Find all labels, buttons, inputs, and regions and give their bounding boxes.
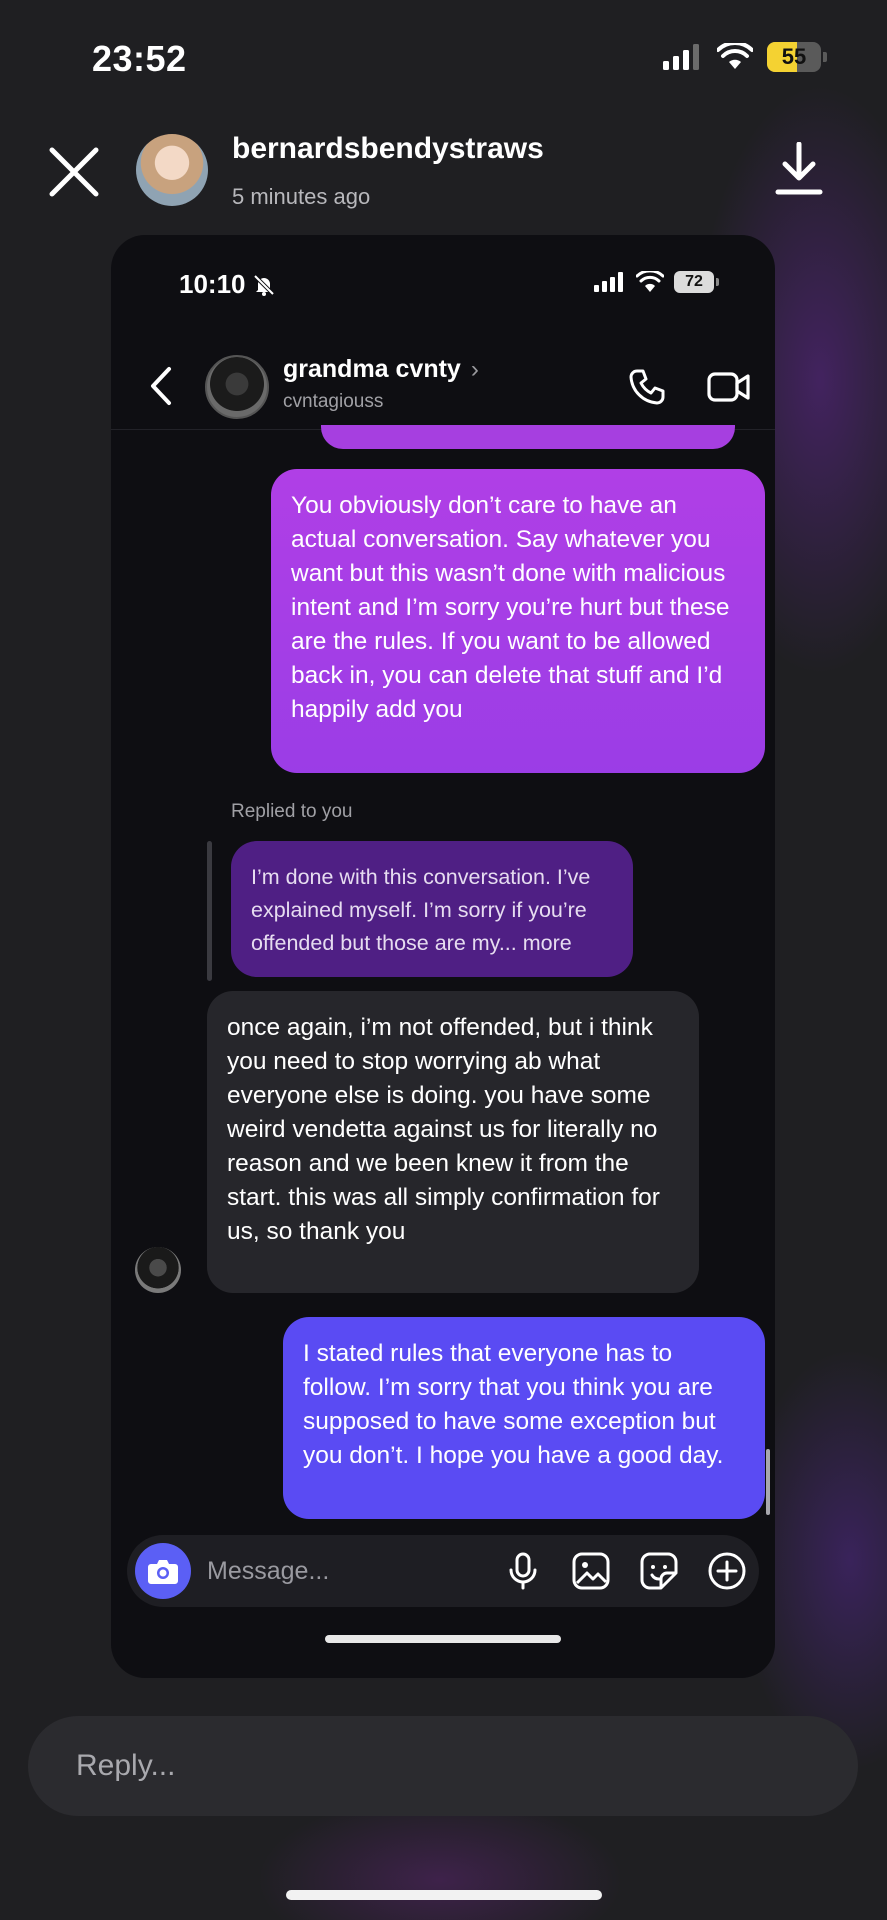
previous-message-bubble[interactable] bbox=[321, 425, 735, 449]
story-author-username[interactable]: bernardsbendystraws bbox=[232, 132, 544, 166]
story-timestamp: 5 minutes ago bbox=[232, 184, 371, 209]
gallery-button[interactable] bbox=[571, 1551, 611, 1591]
screenshot-status-time: 10:10 bbox=[179, 269, 276, 300]
message-input[interactable] bbox=[207, 1553, 457, 1589]
chat-contact-handle: cvntagiouss bbox=[283, 391, 384, 412]
chat-header: grandma cvnty › cvntagiouss bbox=[111, 345, 775, 425]
wifi-icon bbox=[636, 271, 664, 292]
home-indicator[interactable] bbox=[286, 1890, 602, 1900]
image-icon bbox=[572, 1552, 610, 1590]
camera-button[interactable] bbox=[135, 1543, 191, 1599]
story-reply-box bbox=[28, 1716, 858, 1816]
message-composer bbox=[127, 1535, 759, 1607]
screenshot-status-icons: 72 bbox=[594, 271, 719, 293]
chat-contact-name[interactable]: grandma cvnty › bbox=[283, 355, 479, 384]
wifi-icon bbox=[717, 43, 753, 71]
microphone-button[interactable] bbox=[503, 1551, 543, 1591]
screenshot-battery-percentage: 72 bbox=[685, 273, 703, 290]
story-author-avatar[interactable] bbox=[136, 134, 208, 206]
close-icon bbox=[49, 147, 99, 197]
battery-icon: 72 bbox=[674, 271, 719, 293]
back-button[interactable] bbox=[147, 365, 175, 407]
cellular-signal-icon bbox=[663, 44, 703, 70]
screenshot-home-indicator bbox=[325, 1635, 561, 1643]
chat-contact-name-text: grandma cvnty bbox=[283, 355, 461, 383]
replied-to-label: Replied to you bbox=[231, 801, 353, 822]
chat-contact-avatar[interactable] bbox=[205, 355, 269, 419]
battery-icon: 55 bbox=[767, 42, 827, 72]
status-time: 23:52 bbox=[92, 38, 187, 79]
status-icons: 55 bbox=[663, 42, 827, 72]
plus-circle-icon bbox=[708, 1552, 746, 1590]
screenshot-time-text: 10:10 bbox=[179, 269, 246, 299]
story-screenshot-card: 10:10 72 grandma cvnty › cvntagiouss You… bbox=[111, 235, 775, 1678]
download-icon bbox=[775, 142, 823, 195]
chevron-right-icon: › bbox=[470, 355, 479, 383]
video-call-button[interactable] bbox=[707, 367, 751, 407]
sticker-icon bbox=[640, 1552, 678, 1590]
scrollbar[interactable] bbox=[766, 1449, 770, 1515]
sent-message-bubble[interactable]: You obviously don’t care to have an actu… bbox=[271, 469, 765, 773]
voice-call-button[interactable] bbox=[627, 367, 667, 407]
camera-icon bbox=[148, 1560, 178, 1584]
reply-quote-bar bbox=[207, 841, 212, 981]
cellular-signal-icon bbox=[594, 272, 623, 292]
close-button[interactable] bbox=[48, 146, 100, 198]
video-camera-icon bbox=[707, 372, 750, 402]
story-header: bernardsbendystraws 5 minutes ago bbox=[0, 118, 887, 218]
story-reply-input[interactable] bbox=[76, 1746, 776, 1786]
quoted-message-bubble[interactable]: I’m done with this conversation. I’ve ex… bbox=[231, 841, 633, 977]
chevron-left-icon bbox=[151, 367, 171, 405]
download-button[interactable] bbox=[775, 142, 823, 196]
bell-muted-icon bbox=[252, 273, 276, 297]
received-message-bubble[interactable]: once again, i’m not offended, but i thin… bbox=[207, 991, 699, 1293]
battery-percentage: 55 bbox=[781, 44, 807, 69]
sender-avatar[interactable] bbox=[135, 1247, 181, 1293]
phone-icon bbox=[629, 369, 665, 405]
microphone-icon bbox=[509, 1552, 537, 1590]
sticker-button[interactable] bbox=[639, 1551, 679, 1591]
more-options-button[interactable] bbox=[707, 1551, 747, 1591]
sent-message-bubble[interactable]: I stated rules that everyone has to foll… bbox=[283, 1317, 765, 1519]
story-viewer: 23:52 55 bernardsbendystraws 5 minutes a… bbox=[0, 0, 887, 1920]
